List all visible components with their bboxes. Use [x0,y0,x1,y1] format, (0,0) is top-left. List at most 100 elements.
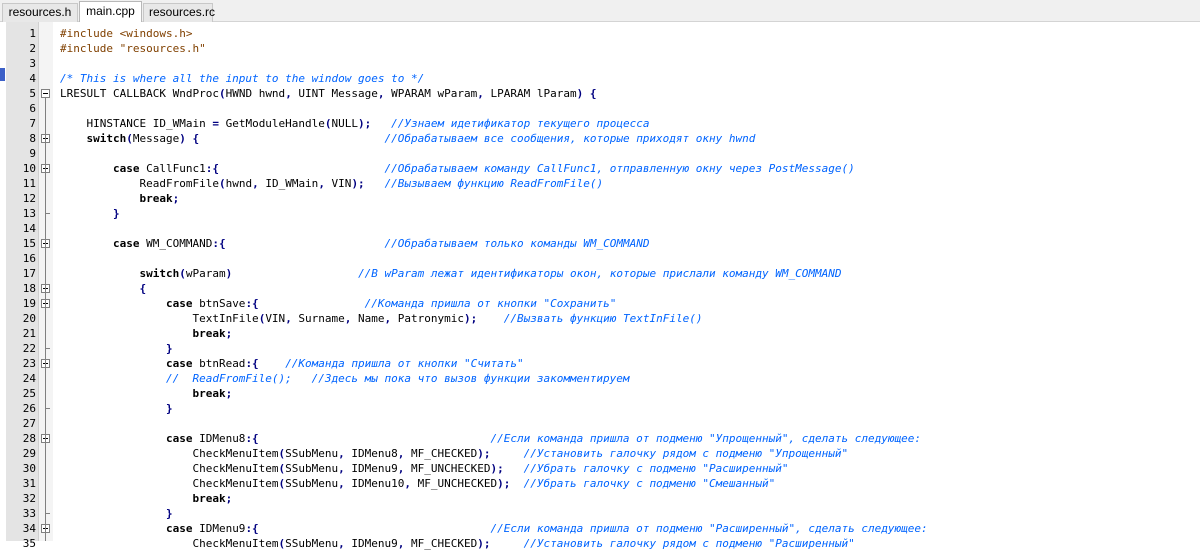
code-token: LRESULT CALLBACK WndProc [60,87,219,100]
line-number: 22 [22,342,36,355]
code-line[interactable]: #include <windows.h> [60,26,192,41]
code-token: Patronymic [391,312,465,325]
line-number: 35 [22,537,36,550]
code-line[interactable]: #include "resources.h" [60,41,206,56]
code-line[interactable]: break; [60,491,232,506]
tab-resources-rc[interactable]: resources.rc [143,3,215,22]
code-token: IDMenu9 [344,462,398,475]
code-line[interactable]: CheckMenuItem(SSubMenu, IDMenu9, MF_CHEC… [60,536,854,551]
code-token: hwnd [225,177,253,190]
line-number: 10 [22,162,36,175]
line-number: 15 [22,237,36,250]
code-token: ( [324,117,332,130]
line-number: 5 [29,87,36,100]
code-line[interactable]: case CallFunc1:{ //Обрабатываем команду … [60,161,855,176]
code-token: IDMenu9 [192,522,246,535]
line-number: 33 [22,507,36,520]
code-line[interactable]: CheckMenuItem(SSubMenu, IDMenu8, MF_CHEC… [60,446,848,461]
code-line[interactable]: case IDMenu9:{ //Если команда пришла от … [60,521,928,536]
line-number: 32 [22,492,36,505]
code-token: //Обрабатываем все сообщения, которые пр… [384,132,756,145]
code-token: CheckMenuItem [60,537,279,550]
code-line[interactable]: } [60,206,120,221]
code-line[interactable]: } [60,506,173,521]
tab-resources-h[interactable]: resources.h [2,3,78,22]
code-line[interactable]: HINSTANCE ID_WMain = GetModuleHandle(NUL… [60,116,649,131]
line-number: 26 [22,402,36,415]
code-token: ; [225,327,233,340]
code-line[interactable]: break; [60,386,232,401]
code-token: MF_CHECKED [404,537,478,550]
code-token: , [285,312,292,325]
code-token: IDMenu8 [192,432,246,445]
code-token: WM_COMMAND [139,237,213,250]
code-line[interactable]: TextInFile(VIN, Surname, Name, Patronymi… [60,311,702,326]
line-number: 18 [22,282,36,295]
code-token: case [60,522,193,535]
code-token: :{ [245,297,259,310]
line-number: 2 [29,42,36,55]
code-token: //Обрабатываем только команды WM_COMMAND [384,237,650,250]
code-token: break [60,492,226,505]
fold-end-marker [45,408,50,409]
code-line[interactable]: case btnRead:{ //Команда пришла от кнопк… [60,356,524,371]
code-token: } [60,207,120,220]
code-token: ); [358,117,372,130]
fold-margin[interactable] [39,22,53,541]
code-token: btnRead [192,357,246,370]
code-token: /* This is where all the input to the wi… [60,72,425,85]
code-token: IDMenu9 [344,537,398,550]
code-token: CheckMenuItem [60,447,279,460]
code-token: :{ [245,522,259,535]
code-line[interactable]: switch(wParam) //В wParam лежат идентифи… [60,266,842,281]
fold-toggle-icon[interactable] [41,89,50,98]
code-line[interactable]: case WM_COMMAND:{ //Обрабатываем только … [60,236,649,251]
code-line[interactable]: ReadFromFile(hwnd, ID_WMain, VIN); //Выз… [60,176,603,191]
code-token: //Убрать галочку с подменю "Смешанный" [523,477,776,490]
code-token: #include "resources.h" [60,42,206,55]
code-line[interactable]: // ReadFromFile(); //Здесь мы пока что в… [60,371,630,386]
code-line[interactable]: case btnSave:{ //Команда пришла от кнопк… [60,296,616,311]
line-number: 34 [22,522,36,535]
code-line[interactable]: break; [60,191,179,206]
code-line[interactable]: } [60,341,173,356]
code-token: ; [225,387,233,400]
fold-end-marker [45,348,50,349]
code-token: } [60,507,173,520]
code-token: // ReadFromFile(); //Здесь мы пока что в… [60,372,630,385]
tab-main-cpp[interactable]: main.cpp [79,1,142,22]
code-line[interactable]: switch(Message) { //Обрабатываем все соо… [60,131,755,146]
code-line[interactable]: { [60,281,146,296]
fold-end-marker [45,213,50,214]
change-marker [0,68,5,81]
code-token: switch [60,267,180,280]
line-number: 14 [22,222,36,235]
code-token: , [338,447,345,460]
code-line[interactable]: case IDMenu8:{ //Если команда пришла от … [60,431,921,446]
code-token: //В wParam лежат идентификаторы окон, ко… [358,267,842,280]
code-token: break [60,327,226,340]
code-line[interactable]: /* This is where all the input to the wi… [60,71,424,86]
line-number: 16 [22,252,36,265]
code-token: //Установить галочку рядом с подменю "Уп… [523,447,849,460]
code-token: ; [225,492,233,505]
line-number: 19 [22,297,36,310]
code-line[interactable]: CheckMenuItem(SSubMenu, IDMenu9, MF_UNCH… [60,461,788,476]
code-token: :{ [205,162,219,175]
line-number: 1 [29,27,36,40]
code-token: ); [351,177,365,190]
fold-guide-line [45,98,46,541]
code-token: SSubMenu [285,447,339,460]
code-line[interactable]: CheckMenuItem(SSubMenu, IDMenu10, MF_UNC… [60,476,775,491]
line-number: 17 [22,267,36,280]
code-line[interactable]: break; [60,326,232,341]
code-line[interactable]: } [60,401,173,416]
code-line[interactable]: LRESULT CALLBACK WndProc(HWND hwnd, UINT… [60,86,596,101]
code-token: TextInFile [60,312,259,325]
